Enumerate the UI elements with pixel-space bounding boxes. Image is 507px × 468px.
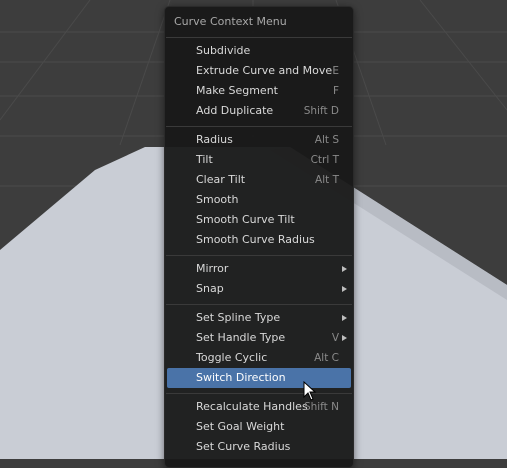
menu-separator <box>166 393 352 394</box>
menu-item-set-curve-radius[interactable]: Set Curve Radius <box>167 437 351 457</box>
menu-item-snap[interactable]: Snap <box>167 279 351 299</box>
menu-item-shortcut: Alt S <box>314 134 339 146</box>
menu-item-shortcut: F <box>332 85 339 97</box>
menu-item-label: Smooth Curve Tilt <box>196 213 295 226</box>
menu-item-shortcut: V <box>331 332 339 344</box>
chevron-right-icon <box>342 315 347 321</box>
menu-item-shortcut: Ctrl T <box>310 154 339 166</box>
menu-separator <box>166 37 352 38</box>
menu-item-extrude-curve-and-move[interactable]: Extrude Curve and Move E <box>167 61 351 81</box>
chevron-right-icon <box>342 266 347 272</box>
menu-item-label: Recalculate Handles <box>196 400 308 413</box>
menu-item-switch-direction[interactable]: Switch Direction <box>167 368 351 388</box>
menu-item-add-duplicate[interactable]: Add Duplicate Shift D <box>167 101 351 121</box>
menu-item-label: Set Curve Radius <box>196 440 291 453</box>
chevron-right-icon <box>342 335 347 341</box>
menu-item-shortcut: E <box>332 65 339 77</box>
menu-item-label: Set Handle Type <box>196 331 286 344</box>
menu-item-clear-tilt[interactable]: Clear Tilt Alt T <box>167 170 351 190</box>
menu-item-smooth-curve-radius[interactable]: Smooth Curve Radius <box>167 230 351 250</box>
menu-item-tilt[interactable]: Tilt Ctrl T <box>167 150 351 170</box>
menu-item-label: Smooth <box>196 193 239 206</box>
curve-context-menu: Curve Context Menu Subdivide Extrude Cur… <box>164 6 354 468</box>
menu-item-label: Switch Direction <box>196 371 286 384</box>
menu-item-label: Clear Tilt <box>196 173 246 186</box>
menu-item-label: Snap <box>196 282 224 295</box>
menu-item-toggle-cyclic[interactable]: Toggle Cyclic Alt C <box>167 348 351 368</box>
menu-item-smooth[interactable]: Smooth <box>167 190 351 210</box>
menu-item-set-goal-weight[interactable]: Set Goal Weight <box>167 417 351 437</box>
menu-item-label: Radius <box>196 133 233 146</box>
menu-item-label: Toggle Cyclic <box>196 351 268 364</box>
menu-item-label: Set Spline Type <box>196 311 281 324</box>
menu-item-label: Set Goal Weight <box>196 420 285 433</box>
menu-separator <box>166 126 352 127</box>
menu-title: Curve Context Menu <box>174 15 287 28</box>
menu-item-label: Mirror <box>196 262 229 275</box>
menu-item-shortcut: Shift D <box>303 105 339 117</box>
menu-item-make-segment[interactable]: Make Segment F <box>167 81 351 101</box>
menu-item-set-handle-type[interactable]: Set Handle Type V <box>167 328 351 348</box>
menu-item-subdivide[interactable]: Subdivide <box>167 41 351 61</box>
menu-item-label: Make Segment <box>196 84 278 97</box>
chevron-right-icon <box>342 286 347 292</box>
menu-item-smooth-curve-tilt[interactable]: Smooth Curve Tilt <box>167 210 351 230</box>
menu-item-label: Subdivide <box>196 44 251 57</box>
mouse-pointer-icon <box>303 381 317 401</box>
menu-separator <box>166 255 352 256</box>
menu-item-radius[interactable]: Radius Alt S <box>167 130 351 150</box>
menu-item-shortcut: Alt C <box>314 352 339 364</box>
menu-item-label: Smooth Curve Radius <box>196 233 315 246</box>
menu-item-recalculate-handles[interactable]: Recalculate Handles Shift N <box>167 397 351 417</box>
menu-item-set-spline-type[interactable]: Set Spline Type <box>167 308 351 328</box>
menu-item-label: Tilt <box>196 153 213 166</box>
menu-item-mirror[interactable]: Mirror <box>167 259 351 279</box>
menu-separator <box>166 304 352 305</box>
menu-item-label: Add Duplicate <box>196 104 274 117</box>
menu-item-label: Extrude Curve and Move <box>196 64 333 77</box>
menu-item-shortcut: Alt T <box>315 174 339 186</box>
